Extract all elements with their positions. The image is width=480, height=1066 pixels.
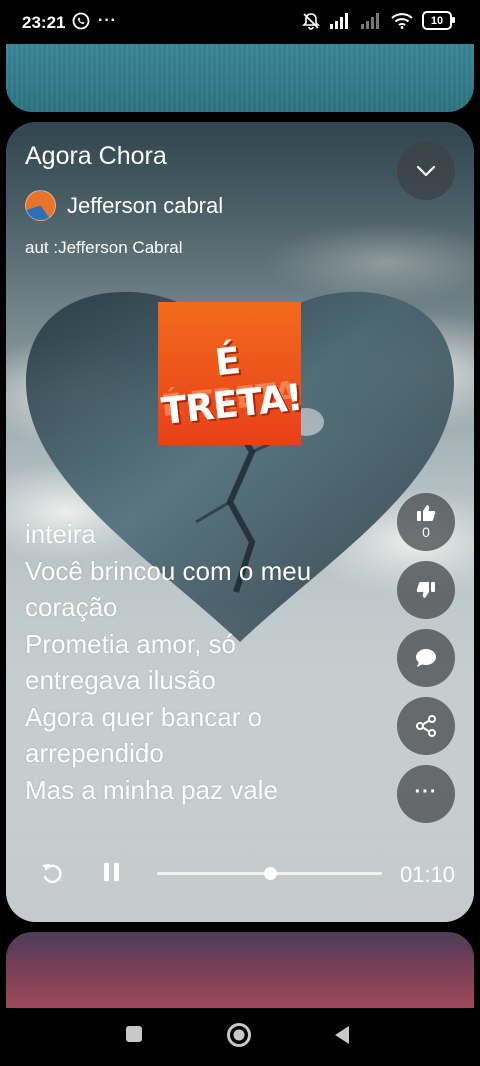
song-player-card: Agora Chora Jefferson cabral aut :Jeffer… — [6, 122, 474, 922]
song-author: aut :Jefferson Cabral — [25, 238, 183, 257]
player-controls: 01:10 — [6, 852, 474, 896]
lyric-line: Prometia amor, só — [25, 628, 236, 659]
album-cover: É TRETA É TRETA! — [158, 302, 301, 445]
like-count: 0 — [422, 524, 430, 540]
signal-2-icon — [361, 12, 379, 29]
more-notifications-icon: ··· — [98, 12, 117, 29]
navigation-bar — [0, 1008, 480, 1066]
lyric-line: Agora quer bancar o — [25, 701, 263, 732]
lyric-line: Mas a minha paz vale — [25, 774, 278, 805]
dislike-button[interactable] — [397, 561, 455, 619]
progress-bar[interactable] — [157, 867, 382, 880]
home-button[interactable] — [226, 1022, 252, 1053]
status-system-icons: 10 — [302, 11, 455, 30]
lyric-line: entregava ilusão — [25, 665, 216, 695]
more-icon: ··· — [414, 780, 438, 803]
more-options-button[interactable]: ··· — [397, 765, 455, 823]
comment-icon — [416, 649, 436, 667]
status-bar: 23:21 ··· 10 — [0, 0, 480, 44]
whatsapp-icon — [72, 12, 90, 30]
share-icon — [416, 715, 436, 737]
share-button[interactable] — [397, 697, 455, 755]
pause-icon — [104, 863, 119, 881]
battery-indicator: 10 — [422, 11, 455, 30]
cover-text: É TRETA! — [159, 338, 301, 434]
square-icon — [126, 1026, 142, 1042]
home-circle-icon — [227, 1023, 251, 1047]
back-triangle-icon — [335, 1026, 349, 1044]
elapsed-time: 01:10 — [399, 862, 455, 887]
lyric-line: Você brincou com o meu — [25, 555, 312, 586]
song-title: Agora Chora — [25, 142, 167, 170]
artist-name[interactable]: Jefferson cabral — [67, 193, 223, 219]
thumbs-up-icon — [417, 505, 436, 521]
recent-apps-button[interactable] — [124, 1024, 144, 1049]
artist-avatar[interactable] — [25, 190, 56, 221]
chevron-down-icon — [416, 165, 436, 177]
replay-icon — [42, 864, 62, 884]
signal-icon — [330, 12, 348, 29]
previous-song-card[interactable] — [6, 44, 474, 112]
status-notification-icons: ··· — [72, 12, 117, 30]
lyric-line: arrependido — [25, 738, 164, 768]
pause-button[interactable] — [102, 860, 122, 889]
lyrics-panel: inteira Você brincou com o meu coração P… — [25, 519, 385, 808]
mute-icon — [302, 12, 320, 30]
comment-button[interactable] — [397, 629, 455, 687]
thumbs-down-icon — [416, 582, 435, 598]
like-button[interactable]: 0 — [397, 493, 455, 551]
wifi-icon — [391, 12, 413, 29]
collapse-button[interactable] — [397, 142, 455, 200]
artist-row[interactable]: Jefferson cabral — [25, 190, 223, 221]
progress-knob[interactable] — [263, 867, 277, 880]
lyric-line: inteira — [25, 519, 96, 549]
status-time: 23:21 — [22, 13, 66, 32]
replay-button[interactable] — [40, 860, 64, 891]
lyric-line: coração — [25, 592, 118, 622]
back-button[interactable] — [332, 1024, 352, 1051]
next-song-card[interactable] — [6, 932, 474, 1008]
